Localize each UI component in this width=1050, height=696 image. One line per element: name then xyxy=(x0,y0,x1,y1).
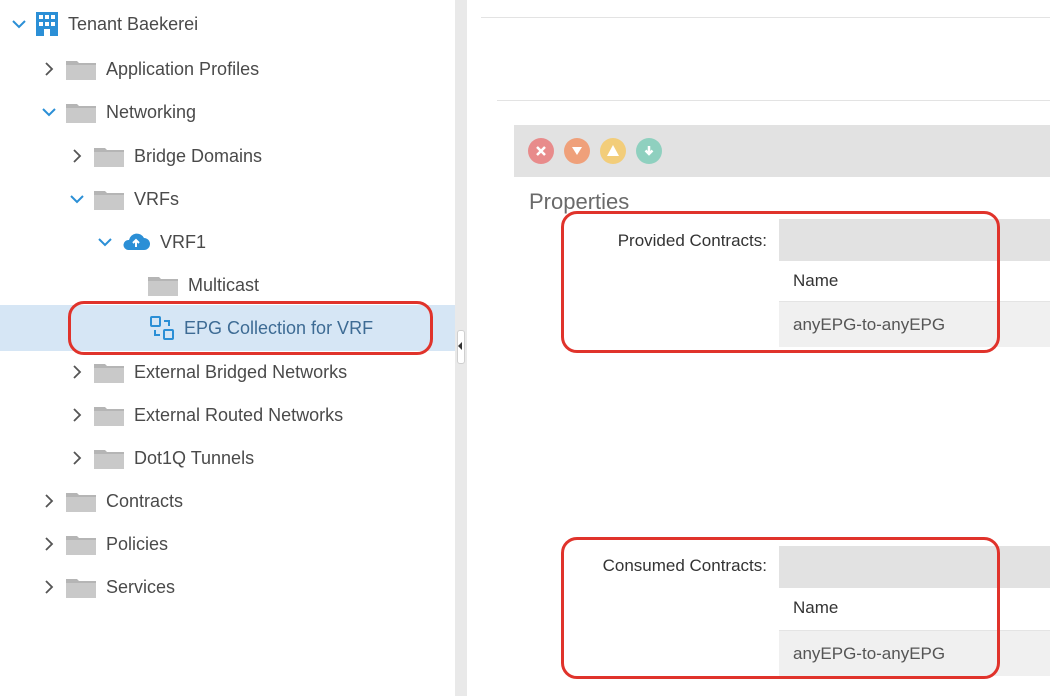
tree-item-label: Policies xyxy=(106,533,169,554)
tree-item-label: Dot1Q Tunnels xyxy=(134,447,255,468)
tree-item-bridge-domains[interactable]: Bridge Domains xyxy=(0,137,525,175)
tree-item-label: Application Profiles xyxy=(106,58,260,79)
critical-fault-icon[interactable] xyxy=(528,138,554,164)
tree-item-label: Tenant Baekerei xyxy=(68,13,199,34)
tree-item-services[interactable]: Services xyxy=(0,568,497,606)
chevron-right-icon[interactable] xyxy=(42,580,56,594)
tree-item-label: External Bridged Networks xyxy=(134,361,348,382)
folder-icon xyxy=(66,59,96,80)
chevron-right-icon[interactable] xyxy=(42,494,56,508)
chevron-right-icon[interactable] xyxy=(42,537,56,551)
folder-icon xyxy=(66,534,96,555)
tree-item-contracts[interactable]: Contracts xyxy=(0,482,497,520)
provided-name-column-header[interactable]: Name xyxy=(779,261,1050,301)
tree-item-application-profiles[interactable]: Application Profiles xyxy=(0,50,497,88)
chevron-right-icon[interactable] xyxy=(42,62,56,76)
consumed-contracts-label: Consumed Contracts: xyxy=(602,556,767,575)
tree-item-label: Contracts xyxy=(106,490,184,511)
divider xyxy=(497,100,1050,101)
tree-item-label: Networking xyxy=(106,101,197,122)
major-fault-icon[interactable] xyxy=(564,138,590,164)
chevron-down-icon[interactable] xyxy=(70,192,84,206)
tree-item-policies[interactable]: Policies xyxy=(0,525,497,563)
folder-icon xyxy=(66,577,96,598)
tree-item-label: Bridge Domains xyxy=(134,145,263,166)
chevron-right-icon[interactable] xyxy=(70,365,84,379)
folder-icon xyxy=(94,146,124,167)
tree-item-label: VRF1 xyxy=(160,231,207,252)
tree-item-label: Multicast xyxy=(188,274,260,295)
tree-item-external-routed-networks[interactable]: External Routed Networks xyxy=(0,396,525,434)
tree-item-dot1q-tunnels[interactable]: Dot1Q Tunnels xyxy=(0,439,525,477)
tree-item-tenant[interactable]: Tenant Baekerei xyxy=(0,5,467,43)
tree-item-vrfs[interactable]: VRFs xyxy=(0,180,525,218)
chevron-right-icon[interactable] xyxy=(70,451,84,465)
tree-item-networking[interactable]: Networking xyxy=(0,93,497,131)
provided-contracts-label: Provided Contracts: xyxy=(617,231,767,250)
chevron-right-icon[interactable] xyxy=(70,149,84,163)
fault-summary-bar xyxy=(514,125,1050,177)
chevron-down-icon[interactable] xyxy=(12,17,26,31)
provided-contracts-table-header xyxy=(779,219,1050,261)
provided-contract-row[interactable]: anyEPG-to-anyEPG xyxy=(779,301,1050,347)
tree-item-label: VRFs xyxy=(134,188,179,209)
consumed-name-column-header[interactable]: Name xyxy=(779,588,1050,628)
tree-item-external-bridged-networks[interactable]: External Bridged Networks xyxy=(0,353,525,391)
consumed-contract-row[interactable]: anyEPG-to-anyEPG xyxy=(779,630,1050,676)
chevron-down-icon[interactable] xyxy=(42,105,56,119)
folder-icon xyxy=(94,448,124,469)
properties-pane: Properties Provided Contracts: Name anyE… xyxy=(467,0,1050,696)
chevron-right-icon[interactable] xyxy=(70,408,84,422)
warning-fault-icon[interactable] xyxy=(636,138,662,164)
epg-collection-icon xyxy=(150,316,174,340)
folder-icon xyxy=(66,491,96,512)
folder-icon xyxy=(94,362,124,383)
consumed-contracts-table-header xyxy=(779,546,1050,588)
tenant-building-icon xyxy=(36,12,58,36)
folder-icon xyxy=(94,405,124,426)
minor-fault-icon[interactable] xyxy=(600,138,626,164)
folder-icon xyxy=(94,189,124,210)
folder-icon xyxy=(148,275,178,296)
folder-icon xyxy=(66,102,96,123)
tree-item-label: EPG Collection for VRF xyxy=(184,317,374,338)
navigation-tree: Tenant Baekerei Application Profiles Net… xyxy=(0,0,605,696)
tree-item-label: External Routed Networks xyxy=(134,404,344,425)
chevron-down-icon[interactable] xyxy=(98,235,112,249)
vrf-cloud-icon xyxy=(122,232,150,252)
tree-item-label: Services xyxy=(106,576,176,597)
properties-title: Properties xyxy=(529,189,630,214)
collapse-handle[interactable] xyxy=(457,330,465,364)
divider xyxy=(481,17,1050,18)
